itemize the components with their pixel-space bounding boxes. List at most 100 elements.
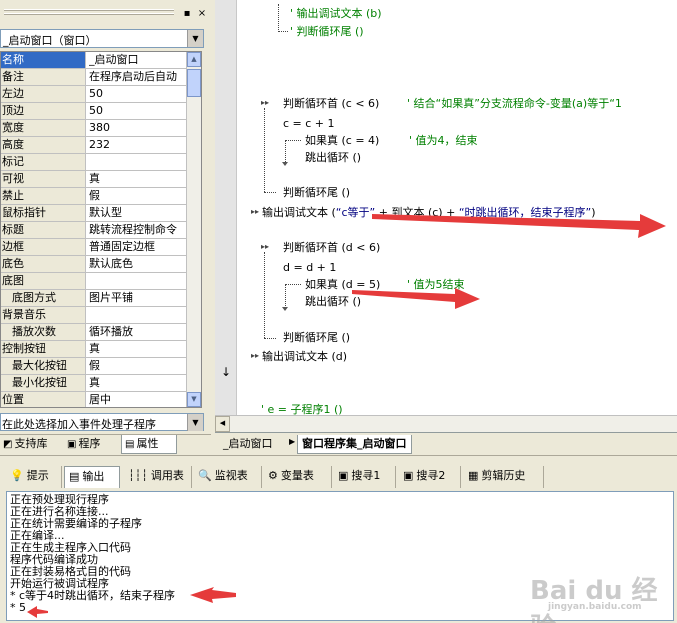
tab-startup-window[interactable]: _启动窗口 [219, 435, 277, 454]
property-name: 底图 [1, 273, 86, 289]
code-line[interactable]: c = c + 1 [283, 117, 335, 130]
code-line[interactable]: 跳出循环 () [305, 295, 361, 308]
code-editor[interactable]: ↓ ' 输出调试文本 (b) ' 判断循环尾 () ▸▸ 判断循环首 (c < … [215, 0, 677, 455]
property-row[interactable]: 控制按钮真 [1, 341, 187, 358]
tab-support-library[interactable]: ◩ 支持库 [0, 435, 62, 454]
property-value[interactable]: 默认型 [89, 205, 187, 221]
property-value[interactable] [89, 154, 187, 170]
property-row[interactable]: 标记 [1, 154, 187, 171]
property-value[interactable]: _启动窗口 [89, 52, 187, 68]
property-row[interactable]: 鼠标指针 默认型 [1, 205, 187, 222]
property-row[interactable]: 背景音乐 [1, 307, 187, 324]
code-line[interactable]: 判断循环尾 () [283, 186, 350, 199]
property-value[interactable]: 真 [89, 171, 187, 187]
flow-marker-icon: ▸▸ [251, 351, 260, 360]
pin-icon[interactable]: ▪ [181, 8, 193, 20]
code-line[interactable]: 判断循环首 (d < 6) [283, 241, 380, 254]
property-row[interactable]: 高度 232 [1, 137, 187, 154]
tab-program[interactable]: ▣ 程序 [64, 435, 118, 454]
property-value[interactable]: 在程序启动后自动 [89, 69, 187, 85]
code-line[interactable]: d = d + 1 [283, 261, 336, 274]
editor-horizontal-scrollbar[interactable]: ◀ [215, 415, 677, 432]
scroll-left-icon[interactable]: ◀ [215, 416, 230, 432]
property-row[interactable]: 底图 [1, 273, 187, 290]
code-line[interactable]: ' 输出调试文本 (b) [290, 7, 382, 20]
property-value[interactable]: 232 [89, 137, 187, 153]
code-line[interactable]: 判断循环尾 () [283, 331, 350, 344]
property-value[interactable]: 跳转流程控制命令 [89, 222, 187, 238]
code-line[interactable]: ' 判断循环尾 () [290, 25, 364, 38]
code-line[interactable]: 如果真 (d = 5) [305, 278, 380, 291]
tab-variables[interactable]: ⚙ 变量表 [264, 466, 332, 488]
property-row[interactable]: 宽度 380 [1, 120, 187, 137]
property-value[interactable]: 50 [89, 86, 187, 102]
property-value[interactable]: 380 [89, 120, 187, 136]
property-row[interactable]: 最大化按钮假 [1, 358, 187, 375]
property-row[interactable]: 位置 居中 [1, 392, 187, 407]
property-row[interactable]: 名称 _启动窗口 [1, 52, 187, 69]
tab-window-program-set[interactable]: 窗口程序集_启动窗口 [297, 435, 412, 454]
property-row[interactable]: 左边 50 [1, 86, 187, 103]
object-selector[interactable]: _启动窗口（窗口） ▼ [0, 29, 204, 48]
property-row[interactable]: 边框 普通固定边框 [1, 239, 187, 256]
property-value[interactable]: 默认底色 [89, 256, 187, 272]
tab-tips[interactable]: 💡 提示 [6, 466, 62, 488]
tab-call-stack[interactable]: ┆┆┆ 调用表 [124, 466, 192, 488]
event-selector[interactable]: 在此处选择加入事件处理子程序 ▼ [0, 413, 204, 431]
property-row[interactable]: 备注 在程序启动后自动 [1, 69, 187, 86]
property-row[interactable]: 底色 默认底色 [1, 256, 187, 273]
property-name: 控制按钮 [1, 341, 86, 357]
property-value[interactable] [89, 307, 187, 323]
scroll-down-icon[interactable]: ▼ [187, 392, 201, 407]
property-row[interactable]: 顶边 50 [1, 103, 187, 120]
chevron-down-icon[interactable]: ▼ [187, 414, 203, 431]
property-row[interactable]: 标题 跳转流程控制命令 [1, 222, 187, 239]
property-row[interactable]: 最小化按钮真 [1, 375, 187, 392]
panel-grip [4, 9, 174, 11]
scroll-thumb[interactable] [187, 69, 201, 97]
tab-properties[interactable]: ▤ 属性 [121, 435, 177, 454]
property-value[interactable]: 真 [89, 375, 187, 391]
property-value[interactable]: 循环播放 [89, 324, 187, 340]
property-row[interactable]: 禁止假 [1, 188, 187, 205]
property-row[interactable]: 播放次数 循环播放 [1, 324, 187, 341]
code-line[interactable]: 跳出循环 () [305, 151, 361, 164]
code-line[interactable]: 判断循环首 (c < 6) [283, 97, 379, 110]
property-value[interactable]: 假 [89, 188, 187, 204]
property-name: 标题 [1, 222, 86, 238]
property-name: 可视 [1, 171, 86, 187]
flow-marker-icon: ▸▸ [251, 207, 260, 216]
property-value[interactable]: 图片平铺 [89, 290, 187, 306]
output-icon: ▤ [69, 470, 80, 483]
property-scrollbar[interactable]: ▲ ▼ [186, 52, 201, 407]
tab-output[interactable]: ▤ 输出 [64, 466, 120, 488]
property-value[interactable]: 真 [89, 341, 187, 357]
property-name: 背景音乐 [1, 307, 86, 323]
property-name: 位置 [1, 392, 86, 407]
property-value[interactable]: 居中 [89, 392, 187, 407]
flow-guide [285, 140, 301, 141]
tip-icon: 💡 [10, 469, 24, 482]
scroll-up-icon[interactable]: ▲ [187, 52, 201, 67]
loop-marker-icon: ▸▸ [261, 98, 270, 107]
close-icon[interactable]: × [196, 8, 208, 20]
panel-titlebar[interactable]: ▪ × [0, 5, 211, 23]
left-panel-tabs: ◩ 支持库 ▣ 程序 ▤ 属性 [0, 434, 211, 454]
property-value[interactable]: 假 [89, 358, 187, 374]
tab-nav-icon[interactable]: ▶ [289, 437, 295, 446]
property-value[interactable] [89, 273, 187, 289]
tab-clip-history[interactable]: ▦ 剪辑历史 [464, 466, 544, 488]
tab-search-1[interactable]: ▣ 搜寻1 [334, 466, 396, 488]
editor-gutter: ↓ [215, 0, 237, 415]
property-row[interactable]: 底图方式 图片平铺 [1, 290, 187, 307]
property-value[interactable]: 50 [89, 103, 187, 119]
property-value[interactable]: 普通固定边框 [89, 239, 187, 255]
code-line[interactable]: 如果真 (c = 4) [305, 134, 379, 147]
tab-watch[interactable]: 🔍 监视表 [194, 466, 262, 488]
tab-search-2[interactable]: ▣ 搜寻2 [399, 466, 461, 488]
chevron-down-icon[interactable]: ▼ [187, 30, 203, 47]
code-line[interactable]: 输出调试文本 (“c等于” + 到文本 (c) + “时跳出循环，结束子程序”) [262, 206, 596, 219]
flow-guide [264, 252, 265, 338]
property-row[interactable]: 可视真 [1, 171, 187, 188]
code-line[interactable]: 输出调试文本 (d) [262, 350, 347, 363]
